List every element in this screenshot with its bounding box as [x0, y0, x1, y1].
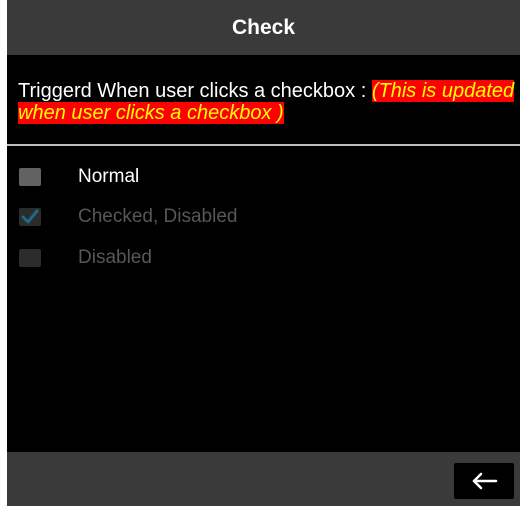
bottom-bar [7, 452, 520, 506]
event-description: Triggerd When user clicks a checkbox : (… [18, 80, 518, 124]
back-button[interactable] [454, 463, 514, 499]
checkbox-checked-disabled-box [19, 208, 41, 226]
checkbox-normal-label[interactable]: Normal [78, 166, 139, 188]
arrow-left-icon [472, 472, 498, 490]
divider [7, 144, 520, 146]
checkbox-checked-disabled-label: Checked, Disabled [78, 206, 238, 227]
app-screen: Check Triggerd When user clicks a checkb… [7, 0, 520, 506]
title-bar: Check [7, 0, 520, 55]
checkbox-disabled-label: Disabled [78, 247, 152, 268]
checkbox-normal-box[interactable] [19, 168, 41, 186]
checkbox-disabled: Disabled [19, 246, 152, 270]
description-text: Triggerd When user clicks a checkbox : [18, 80, 372, 102]
checkbox-checked-disabled: Checked, Disabled [19, 205, 237, 229]
checkbox-normal[interactable]: Normal [19, 165, 139, 189]
checkmark-icon [21, 209, 39, 224]
page-title: Check [231, 15, 296, 39]
checkbox-disabled-box [19, 249, 41, 267]
